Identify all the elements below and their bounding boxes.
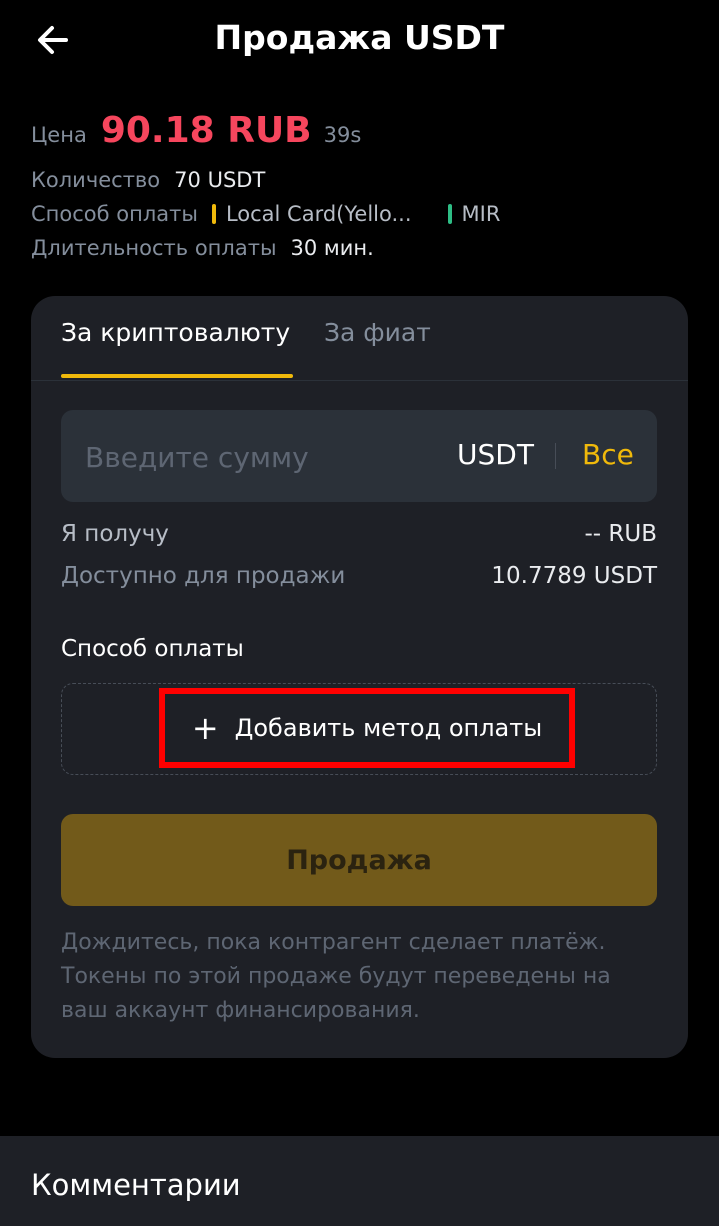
quantity-label: Количество	[31, 168, 161, 192]
available-value: 10.7789 USDT	[491, 563, 657, 589]
header: Продажа USDT	[0, 0, 719, 80]
quantity-value: 70 USDT	[174, 168, 266, 192]
price-timer: 39s	[323, 123, 362, 147]
available-label: Доступно для продажи	[61, 563, 346, 589]
payment-method-marker-green	[447, 204, 452, 224]
sell-card: За криптовалюту За фиат USDT Все Я получ…	[31, 296, 688, 1058]
payment-method-marker-yellow	[211, 204, 216, 224]
payment-method-local-card: Local Card(Yello...	[225, 202, 412, 226]
duration-row: Длительность оплаты 30 мин.	[31, 236, 374, 260]
add-payment-method-label: Добавить метод оплаты	[234, 714, 543, 742]
comments-title: Комментарии	[31, 1168, 241, 1202]
duration-label: Длительность оплаты	[31, 236, 277, 260]
amount-currency: USDT	[457, 438, 534, 471]
quantity-row: Количество 70 USDT	[31, 168, 265, 192]
info-note: Дождитесь, пока контрагент сделает платё…	[61, 930, 611, 1023]
active-tab-indicator	[61, 374, 293, 378]
payment-row: Способ оплаты Local Card(Yello... MIR	[31, 202, 500, 226]
payment-section-title: Способ оплаты	[61, 636, 244, 662]
sell-all-button[interactable]: Все	[582, 438, 634, 471]
sell-button[interactable]: Продажа	[61, 814, 657, 906]
payment-label: Способ оплаты	[31, 202, 198, 226]
amount-field: USDT Все	[61, 410, 657, 504]
comments-section: Комментарии	[0, 1136, 719, 1226]
receive-value: -- RUB	[584, 521, 657, 547]
plus-icon: +	[191, 709, 219, 747]
price-row: Цена 90.18 RUB 39s	[31, 110, 361, 151]
receive-row: Я получу -- RUB	[61, 521, 657, 553]
duration-value: 30 мин.	[290, 236, 374, 260]
available-row: Доступно для продажи 10.7789 USDT	[61, 563, 657, 595]
price-label: Цена	[31, 123, 87, 147]
tab-bar: За криптовалюту За фиат	[31, 296, 688, 381]
tab-crypto[interactable]: За криптовалюту	[61, 318, 290, 347]
amount-divider	[555, 443, 556, 469]
page-title: Продажа USDT	[214, 18, 505, 57]
tab-fiat[interactable]: За фиат	[324, 318, 431, 347]
payment-method-mir: MIR	[461, 202, 501, 226]
price-value: 90.18 RUB	[100, 110, 312, 151]
add-payment-method-button[interactable]: + Добавить метод оплаты	[159, 688, 575, 768]
amount-input[interactable]	[83, 410, 427, 504]
receive-label: Я получу	[61, 521, 169, 547]
